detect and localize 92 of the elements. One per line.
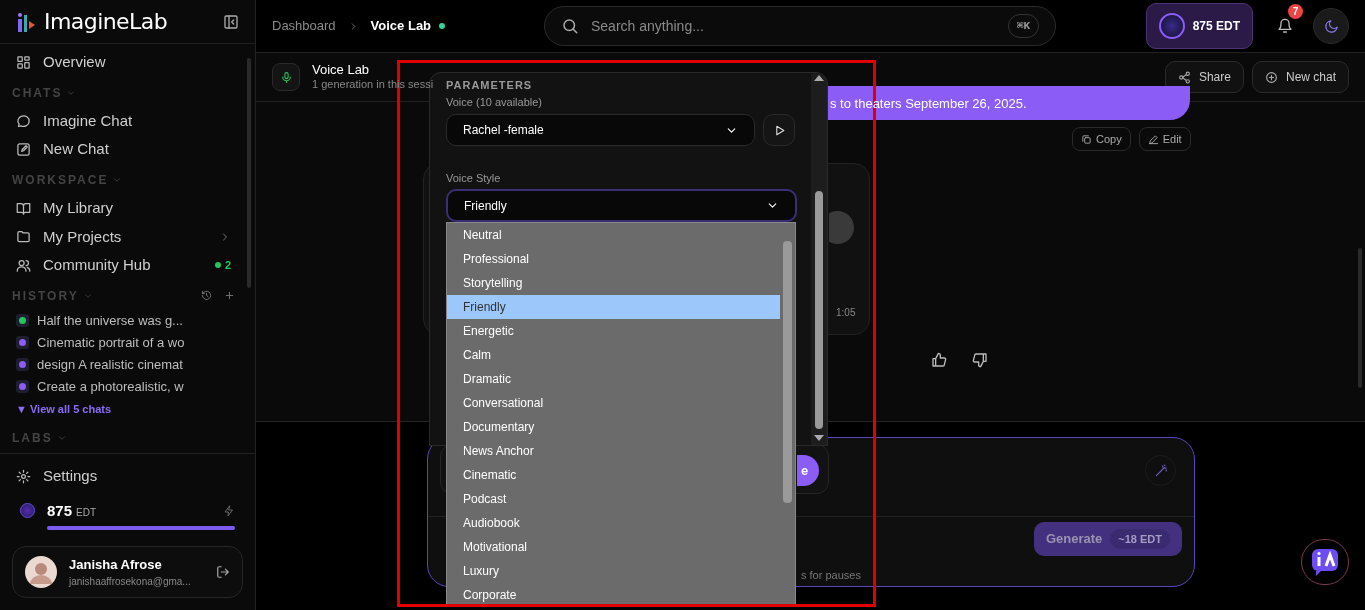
chat-icon	[16, 113, 31, 129]
preview-voice-button[interactable]	[763, 114, 795, 146]
dropdown-option[interactable]: Podcast	[447, 487, 780, 511]
edit-button[interactable]: Edit	[1138, 127, 1191, 151]
theme-toggle-button[interactable]	[1313, 8, 1349, 44]
grid-icon	[16, 54, 31, 70]
logout-icon	[216, 565, 230, 579]
assistant-logo-icon	[1310, 547, 1340, 577]
settings-item[interactable]: Settings	[12, 461, 243, 492]
dropdown-option[interactable]: Neutral	[447, 223, 780, 247]
scroll-down-arrow[interactable]	[814, 435, 824, 441]
history-icon	[201, 290, 212, 302]
breadcrumb-current: Voice Lab	[370, 17, 432, 36]
dropdown-option[interactable]: Friendly	[447, 295, 780, 319]
users-icon	[16, 257, 31, 273]
sidebar-item[interactable]: New Chat	[12, 135, 243, 164]
history-item[interactable]: Cinematic portrait of a wo	[12, 331, 243, 354]
voice-select[interactable]: Rachel -female	[446, 114, 755, 146]
credits-button[interactable]: 875 EDT	[1145, 3, 1253, 49]
credit-unit: EDT	[76, 506, 97, 521]
user-card[interactable]: Janisha Afrose janishaaffrosekona@gma...	[12, 546, 243, 598]
settings-icon	[16, 469, 31, 484]
collapse-sidebar-icon	[223, 13, 239, 30]
share-icon	[1177, 70, 1191, 84]
cost-badge: ~18 EDT	[1110, 528, 1170, 550]
hint-text: s for pauses	[801, 568, 861, 583]
field-label: Voice (10 available)	[446, 95, 542, 110]
folder-icon	[16, 229, 31, 245]
section-label: HISTORY	[12, 287, 79, 305]
share-button[interactable]: Share	[1164, 61, 1244, 93]
book-icon	[16, 201, 31, 216]
scroll-thumb[interactable]	[815, 191, 823, 429]
dropdown-option[interactable]: Storytelling	[447, 271, 780, 295]
dropdown-option[interactable]: News Anchor	[447, 439, 780, 463]
history-item[interactable]: Half the universe was g...	[12, 310, 243, 332]
sidebar-item[interactable]: Overview	[12, 48, 243, 77]
coin-icon	[20, 503, 35, 519]
dropdown-option[interactable]: Motivational	[447, 535, 780, 559]
dropdown-option[interactable]: Energetic	[447, 319, 780, 343]
history-item[interactable]: Create a photorealistic, w	[12, 375, 243, 398]
audio-duration: 1:05	[836, 306, 856, 320]
field-label: Voice Style	[446, 171, 501, 186]
credit-amount: 875	[47, 500, 73, 521]
user-name: Janisha Afrose	[69, 555, 163, 574]
brand-name: ImagineLab	[44, 8, 168, 36]
section-label: WORKSPACE	[12, 172, 109, 190]
user-email: janishaaffrosekona@gma...	[69, 575, 192, 590]
sidebar-item[interactable]: My Library	[12, 194, 243, 223]
dropdown-option[interactable]: Calm	[447, 343, 780, 367]
thumbs-down-icon	[972, 352, 988, 368]
notification-badge: 7	[1288, 4, 1303, 19]
copy-button[interactable]: Copy	[1072, 127, 1131, 151]
search-field[interactable]: Search anything... ⌘K	[544, 6, 1056, 46]
magic-wand-icon	[1153, 463, 1168, 478]
copy-icon	[1081, 133, 1092, 145]
dropdown-option[interactable]: Conversational	[447, 391, 780, 415]
online-count: 2	[214, 257, 231, 274]
pencil-icon	[1147, 133, 1159, 145]
history-item[interactable]: design A realistic cinemat	[12, 353, 243, 376]
dropdown-option[interactable]: Corporate	[447, 583, 780, 605]
new-chat-button[interactable]: New chat	[1251, 61, 1349, 93]
scroll-up-arrow[interactable]	[814, 75, 824, 81]
section-label: LABS	[12, 430, 53, 448]
dropdown-option[interactable]: Professional	[447, 247, 780, 271]
generate-button[interactable]: Generate ~18 EDT	[1033, 522, 1182, 556]
dropdown-option[interactable]: Documentary	[447, 415, 780, 439]
dropdown-option[interactable]: Dramatic	[447, 367, 780, 391]
section-label: CHATS	[12, 84, 63, 102]
plus-icon	[224, 290, 235, 302]
page-title: Voice Lab	[312, 62, 371, 79]
sidebar-item[interactable]: Community Hub 2	[12, 251, 243, 280]
mic-icon	[272, 63, 300, 91]
search-icon	[561, 17, 579, 35]
dropdown-option[interactable]: Cinematic	[447, 463, 780, 487]
voice-style-select[interactable]: Friendly	[446, 189, 797, 222]
sidebar-item[interactable]: Imagine Chat	[12, 106, 243, 136]
moon-icon	[1323, 18, 1339, 34]
scroll-thumb[interactable]	[783, 241, 792, 503]
edit-icon	[16, 142, 31, 158]
avatar	[25, 556, 57, 588]
plus-circle-icon	[1264, 70, 1278, 84]
thumbs-up-icon	[931, 352, 947, 368]
view-all-link[interactable]: ▼ View all 5 chats	[12, 397, 243, 422]
breadcrumb-link[interactable]: Dashboard	[272, 16, 336, 36]
section-title: PARAMETERS	[446, 78, 533, 93]
bell-icon	[1277, 18, 1293, 34]
logo-icon	[16, 10, 36, 33]
lightning-icon	[223, 504, 235, 517]
dropdown-option[interactable]: Luxury	[447, 559, 780, 583]
search-input[interactable]: Search anything...	[591, 15, 996, 37]
sidebar-item[interactable]: My Projects	[12, 222, 243, 252]
dropdown-option[interactable]: Audiobook	[447, 511, 780, 535]
